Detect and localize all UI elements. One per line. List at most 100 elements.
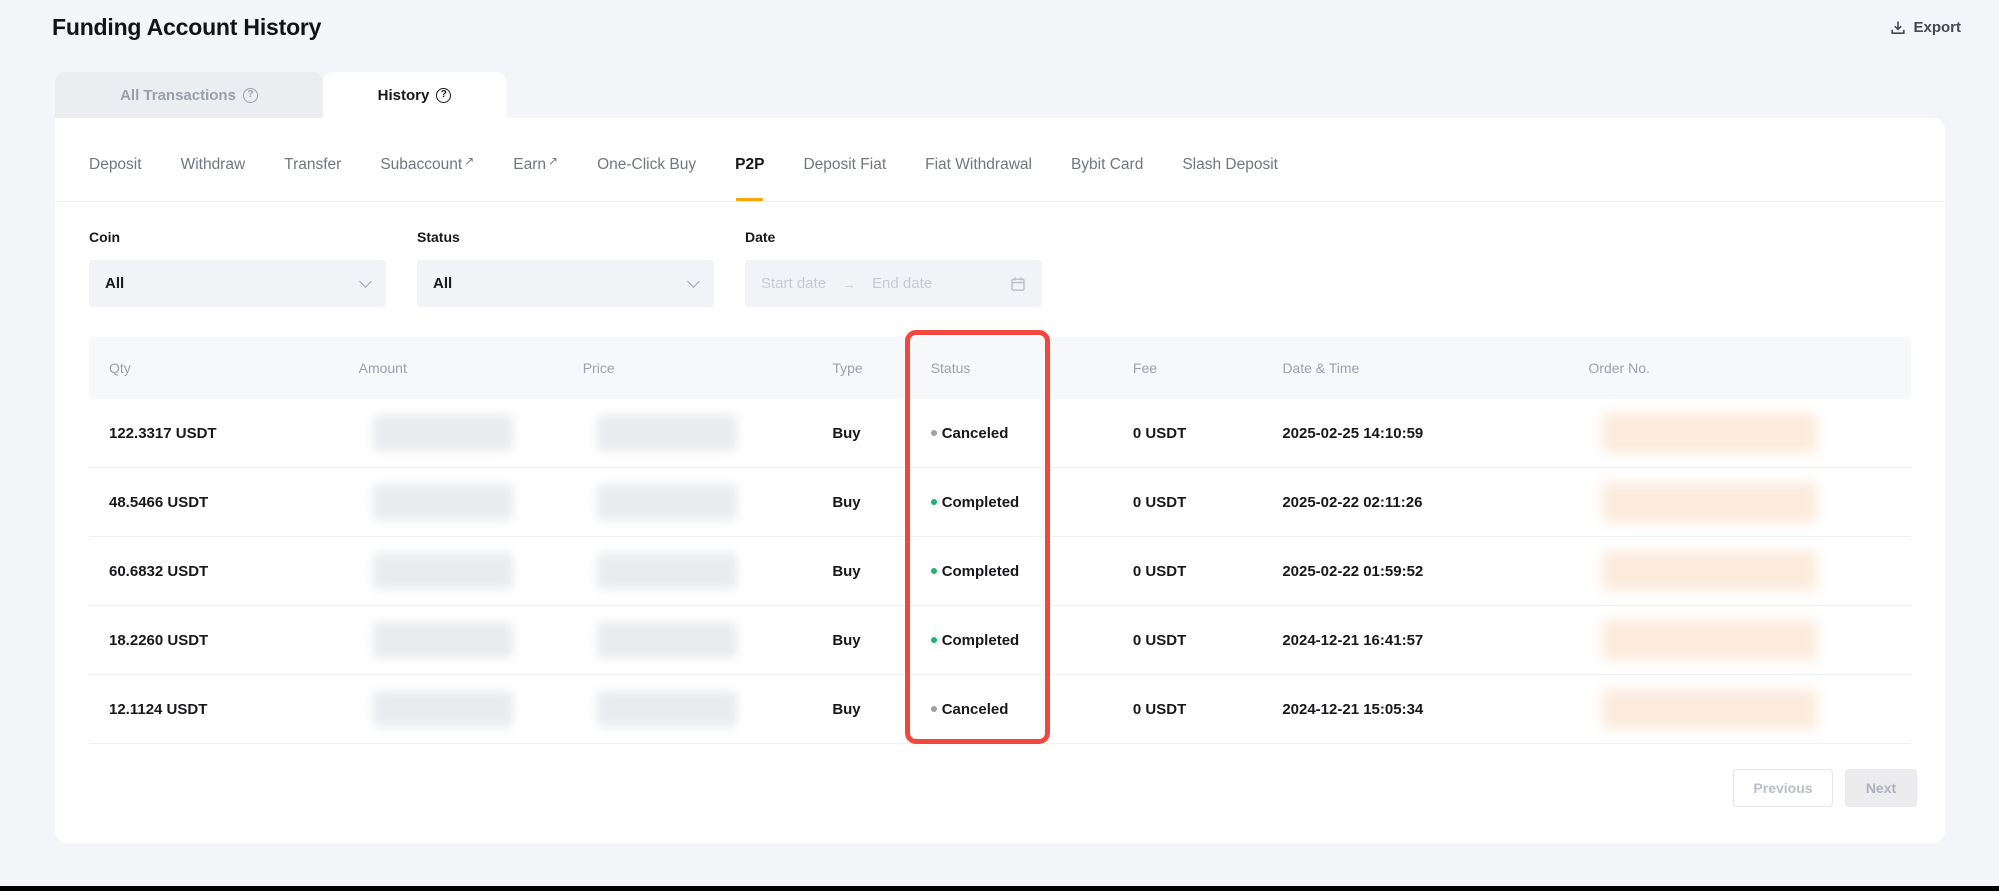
- price-cell-redacted: [563, 468, 813, 537]
- amount-cell-redacted: [339, 399, 563, 468]
- subtab-slash-deposit[interactable]: Slash Deposit: [1182, 118, 1278, 201]
- orderno-cell-redacted: [1568, 537, 1911, 606]
- qty-cell: 12.1124 USDT: [89, 675, 339, 744]
- datetime-cell: 2024-12-21 16:41:57: [1262, 606, 1568, 675]
- subtab-deposit[interactable]: Deposit: [89, 118, 142, 201]
- status-dot: [931, 637, 937, 643]
- topbar: Funding Account History Export: [0, 0, 1999, 54]
- datetime-cell: 2025-02-25 14:10:59: [1262, 399, 1568, 468]
- status-dot: [931, 499, 937, 505]
- status-cell: Completed: [911, 468, 1113, 537]
- question-circle-icon[interactable]: ?: [243, 88, 258, 103]
- col-header-fee: Fee: [1113, 337, 1262, 399]
- fee-cell: 0 USDT: [1113, 399, 1262, 468]
- qty-cell: 60.6832 USDT: [89, 537, 339, 606]
- calendar-icon[interactable]: [1010, 276, 1026, 292]
- chevron-down-icon: [687, 275, 700, 288]
- tab-history-label: History: [378, 87, 430, 104]
- transactions-table: Qty Amount Price Type Status Fee Date & …: [89, 337, 1911, 744]
- table-row: 48.5466 USDT Buy Completed 0 USDT 2025-0…: [89, 468, 1911, 537]
- pagination: Previous Next: [1733, 769, 1917, 807]
- status-dot: [931, 706, 937, 712]
- table-row: 122.3317 USDT Buy Canceled 0 USDT 2025-0…: [89, 399, 1911, 468]
- datetime-cell: 2024-12-21 15:05:34: [1262, 675, 1568, 744]
- subtab-bybit-card[interactable]: Bybit Card: [1071, 118, 1143, 201]
- type-cell: Buy: [812, 675, 910, 744]
- qty-cell: 48.5466 USDT: [89, 468, 339, 537]
- status-cell: Completed: [911, 606, 1113, 675]
- subtab-fiat-withdrawal[interactable]: Fiat Withdrawal: [925, 118, 1032, 201]
- price-cell-redacted: [563, 399, 813, 468]
- status-dot: [931, 568, 937, 574]
- col-header-orderno: Order No.: [1568, 337, 1911, 399]
- redacted-amount: [373, 553, 513, 589]
- date-filter-group: Date Start date → End date: [745, 229, 1042, 307]
- next-button[interactable]: Next: [1845, 769, 1917, 807]
- external-link-icon: ↗: [548, 155, 558, 167]
- fee-cell: 0 USDT: [1113, 675, 1262, 744]
- redacted-amount: [373, 691, 513, 727]
- redacted-amount: [373, 484, 513, 520]
- qty-cell: 18.2260 USDT: [89, 606, 339, 675]
- qty-cell: 122.3317 USDT: [89, 399, 339, 468]
- status-cell: Canceled: [911, 399, 1113, 468]
- redacted-amount: [373, 415, 513, 451]
- redacted-price: [597, 415, 737, 451]
- subtab-subaccount[interactable]: Subaccount ↗: [380, 118, 474, 201]
- status-filter-group: Status All: [417, 229, 714, 307]
- page-title: Funding Account History: [52, 14, 321, 41]
- subtab-withdraw[interactable]: Withdraw: [181, 118, 246, 201]
- history-card: Deposit Withdraw Transfer Subaccount ↗ E…: [55, 118, 1945, 843]
- orderno-cell-redacted: [1568, 675, 1911, 744]
- redacted-order-no: [1602, 551, 1817, 591]
- subtab-earn[interactable]: Earn ↗: [513, 118, 558, 201]
- external-link-icon: ↗: [464, 155, 474, 167]
- amount-cell-redacted: [339, 606, 563, 675]
- coin-select[interactable]: All: [89, 260, 386, 307]
- bottom-border: [0, 886, 1999, 891]
- tab-bar: All Transactions ? History ?: [55, 72, 1999, 118]
- previous-button[interactable]: Previous: [1733, 769, 1833, 807]
- subtab-one-click-buy[interactable]: One-Click Buy: [597, 118, 696, 201]
- fee-cell: 0 USDT: [1113, 606, 1262, 675]
- arrow-right-icon: →: [842, 276, 856, 292]
- orderno-cell-redacted: [1568, 606, 1911, 675]
- price-cell-redacted: [563, 675, 813, 744]
- redacted-order-no: [1602, 413, 1817, 453]
- filter-bar: Coin All Status All Date Start date → En…: [55, 202, 1945, 307]
- amount-cell-redacted: [339, 537, 563, 606]
- price-cell-redacted: [563, 537, 813, 606]
- col-header-price: Price: [563, 337, 813, 399]
- redacted-price: [597, 691, 737, 727]
- redacted-order-no: [1602, 620, 1817, 660]
- table-header-row: Qty Amount Price Type Status Fee Date & …: [89, 337, 1911, 399]
- tab-history[interactable]: History ?: [323, 72, 506, 118]
- export-label: Export: [1913, 19, 1961, 36]
- date-filter-label: Date: [745, 229, 1042, 245]
- fee-cell: 0 USDT: [1113, 468, 1262, 537]
- col-header-datetime: Date & Time: [1262, 337, 1568, 399]
- chevron-down-icon: [359, 275, 372, 288]
- col-header-status: Status: [911, 337, 1113, 399]
- coin-filter-group: Coin All: [89, 229, 386, 307]
- amount-cell-redacted: [339, 468, 563, 537]
- question-circle-icon[interactable]: ?: [436, 88, 451, 103]
- price-cell-redacted: [563, 606, 813, 675]
- table-row: 18.2260 USDT Buy Completed 0 USDT 2024-1…: [89, 606, 1911, 675]
- redacted-price: [597, 622, 737, 658]
- status-select[interactable]: All: [417, 260, 714, 307]
- orderno-cell-redacted: [1568, 468, 1911, 537]
- download-icon: [1890, 20, 1906, 36]
- subtab-deposit-fiat[interactable]: Deposit Fiat: [803, 118, 886, 201]
- type-cell: Buy: [812, 468, 910, 537]
- subtab-transfer[interactable]: Transfer: [284, 118, 341, 201]
- status-cell: Canceled: [911, 675, 1113, 744]
- subtab-p2p[interactable]: P2P: [735, 118, 764, 201]
- tab-all-transactions[interactable]: All Transactions ?: [55, 72, 323, 118]
- type-cell: Buy: [812, 399, 910, 468]
- subtab-bar: Deposit Withdraw Transfer Subaccount ↗ E…: [55, 118, 1945, 202]
- redacted-order-no: [1602, 482, 1817, 522]
- date-range-input[interactable]: Start date → End date: [745, 260, 1042, 307]
- table-row: 12.1124 USDT Buy Canceled 0 USDT 2024-12…: [89, 675, 1911, 744]
- export-button[interactable]: Export: [1890, 19, 1961, 36]
